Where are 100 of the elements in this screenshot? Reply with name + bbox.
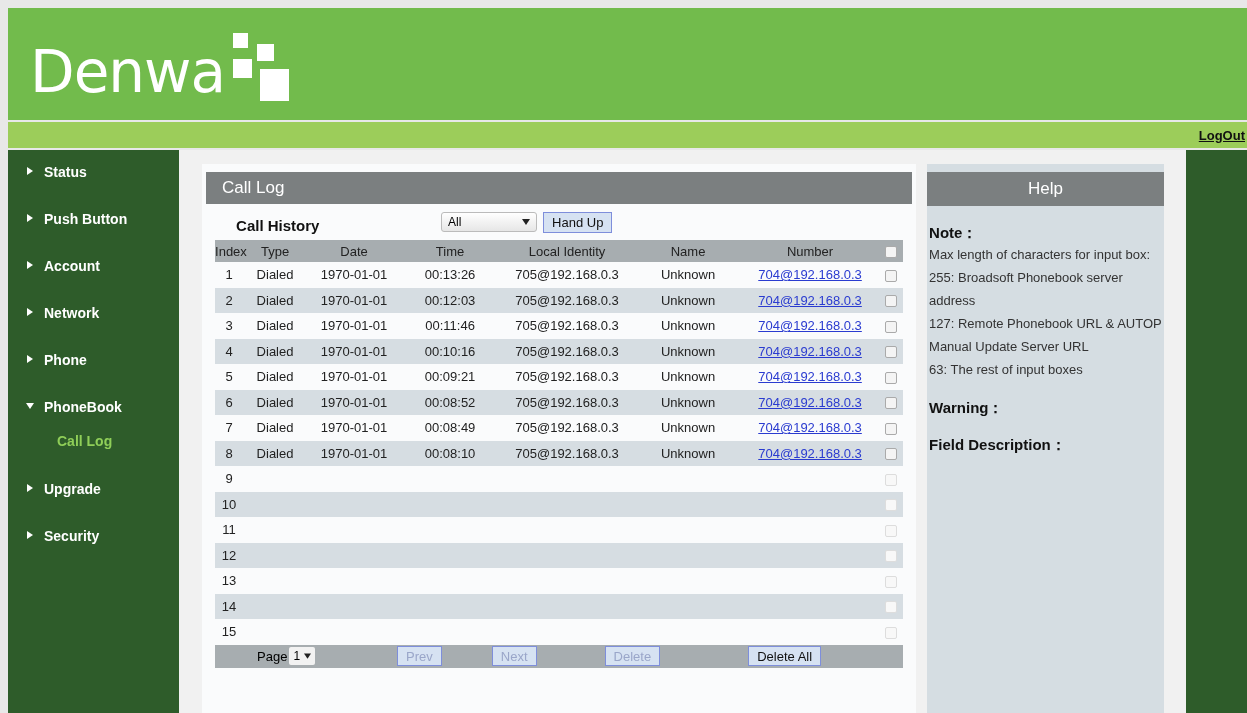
table-cell: Dialed <box>256 292 294 308</box>
help-text: 255: Broadsoft Phonebook server address <box>929 269 1124 310</box>
row-checkbox[interactable] <box>885 371 898 384</box>
table-cell: 12 <box>221 547 237 563</box>
table-cell: 10 <box>221 496 237 512</box>
table-cell: 1970-01-01 <box>320 267 388 283</box>
table-cell: 3 <box>225 318 233 334</box>
table-cell: 1970-01-01 <box>320 292 388 308</box>
table-cell: 9 <box>225 471 233 487</box>
help-heading: Note： <box>929 224 979 243</box>
number-link[interactable]: 704@192.168.0.3 <box>758 343 862 359</box>
table-cell: 00:08:10 <box>424 445 476 461</box>
column-header: Name <box>635 240 742 262</box>
nav-item[interactable]: Security <box>8 526 180 573</box>
row-checkbox[interactable] <box>885 422 898 435</box>
table-cell: 705@192.168.0.3 <box>515 445 619 461</box>
caret-down-icon <box>26 402 34 410</box>
caret-right-icon <box>26 261 34 269</box>
table-cell: 5 <box>225 369 233 385</box>
table-cell: 2 <box>225 292 233 308</box>
table-cell: Unknown <box>660 394 716 410</box>
caret-right-icon <box>26 308 34 316</box>
table-cell: 705@192.168.0.3 <box>515 420 619 436</box>
table-cell: 6 <box>225 394 233 410</box>
nav-item[interactable]: PhoneBook <box>8 397 180 433</box>
number-link[interactable]: 704@192.168.0.3 <box>758 445 862 461</box>
number-link[interactable]: 704@192.168.0.3 <box>758 318 862 334</box>
table-cell: Unknown <box>660 318 716 334</box>
table-cell: 705@192.168.0.3 <box>515 292 619 308</box>
table-cell: 00:12:03 <box>424 292 476 308</box>
table-cell: 15 <box>221 624 237 640</box>
select-all-checkbox[interactable] <box>885 246 898 259</box>
number-link[interactable]: 704@192.168.0.3 <box>758 267 862 283</box>
column-header: Date <box>307 240 402 262</box>
filter-dropdown[interactable]: All <box>441 212 538 232</box>
nav-item[interactable]: Account <box>8 256 180 303</box>
table-cell: Unknown <box>660 292 716 308</box>
help-text: Max length of characters for input box: <box>929 246 1152 264</box>
help-text: 63: The rest of input boxes <box>929 361 1084 379</box>
table-cell: Dialed <box>256 318 294 334</box>
table-cell: 00:08:49 <box>424 420 476 436</box>
column-header: Number <box>741 240 880 262</box>
table-cell: Unknown <box>660 369 716 385</box>
nav-item[interactable]: Upgrade <box>8 479 180 526</box>
table-cell: 1 <box>225 267 233 283</box>
table-cell: 11 <box>222 522 236 538</box>
row-checkbox[interactable] <box>885 397 898 410</box>
page-dropdown[interactable]: 1 <box>289 647 316 665</box>
table-cell: 14 <box>221 598 237 614</box>
page-label: Page <box>257 648 288 664</box>
number-link[interactable]: 704@192.168.0.3 <box>758 420 862 436</box>
nav-item[interactable]: Status <box>8 162 180 209</box>
table-cell: Dialed <box>256 394 294 410</box>
nav-subitem[interactable]: Call Log <box>8 433 113 479</box>
caret-right-icon <box>26 167 34 175</box>
table-cell: 705@192.168.0.3 <box>515 267 619 283</box>
pager-button[interactable]: Delete All <box>748 646 822 666</box>
nav-item[interactable]: Phone <box>8 350 180 397</box>
column-header: Time <box>401 240 500 262</box>
table-cell: 8 <box>225 445 233 461</box>
table-cell: Dialed <box>256 445 294 461</box>
table-cell: Unknown <box>660 267 716 283</box>
table-cell: Unknown <box>660 445 716 461</box>
help-heading: Warning： <box>929 399 1005 418</box>
row-checkbox[interactable] <box>885 295 898 308</box>
table-cell: 00:08:52 <box>424 394 476 410</box>
table-cell: Dialed <box>256 420 294 436</box>
caret-right-icon <box>26 355 34 363</box>
number-link[interactable]: 704@192.168.0.3 <box>758 394 862 410</box>
nav-item[interactable]: Network <box>8 303 180 350</box>
number-link[interactable]: 704@192.168.0.3 <box>758 369 862 385</box>
table-cell: 13 <box>221 573 237 589</box>
table-cell: 00:10:16 <box>424 343 476 359</box>
row-checkbox[interactable] <box>885 448 898 461</box>
hand-up-button[interactable]: Hand Up <box>543 211 613 233</box>
column-header: Local Identity <box>499 240 636 262</box>
caret-right-icon <box>26 531 34 539</box>
dropdown-arrow-icon <box>304 653 312 659</box>
nav-item[interactable]: Push Button <box>8 209 180 256</box>
table-cell: 1970-01-01 <box>320 343 388 359</box>
logo-text: Denwa <box>30 43 226 101</box>
table-cell: 00:11:46 <box>425 318 475 334</box>
panel-title: Call Log <box>206 172 913 204</box>
table-cell: 1970-01-01 <box>320 420 388 436</box>
help-text: 127: Remote Phonebook URL & AUTOP Manual Update Server URL <box>929 315 1163 356</box>
help-title: Help <box>927 172 1165 206</box>
table-cell: 1970-01-01 <box>320 369 388 385</box>
row-checkbox[interactable] <box>885 320 898 333</box>
table-cell: 00:13:26 <box>424 267 476 283</box>
row-checkbox[interactable] <box>885 346 898 359</box>
table-cell: 7 <box>225 420 233 436</box>
logout-link[interactable]: LogOut <box>1198 127 1245 143</box>
section-heading: Call History <box>236 216 321 234</box>
number-link[interactable]: 704@192.168.0.3 <box>758 292 862 308</box>
row-checkbox[interactable] <box>885 269 898 282</box>
table-cell: 705@192.168.0.3 <box>515 343 619 359</box>
caret-right-icon <box>26 214 34 222</box>
caret-right-icon <box>26 484 34 492</box>
table-cell: Unknown <box>660 420 716 436</box>
table-cell: 4 <box>225 343 233 359</box>
